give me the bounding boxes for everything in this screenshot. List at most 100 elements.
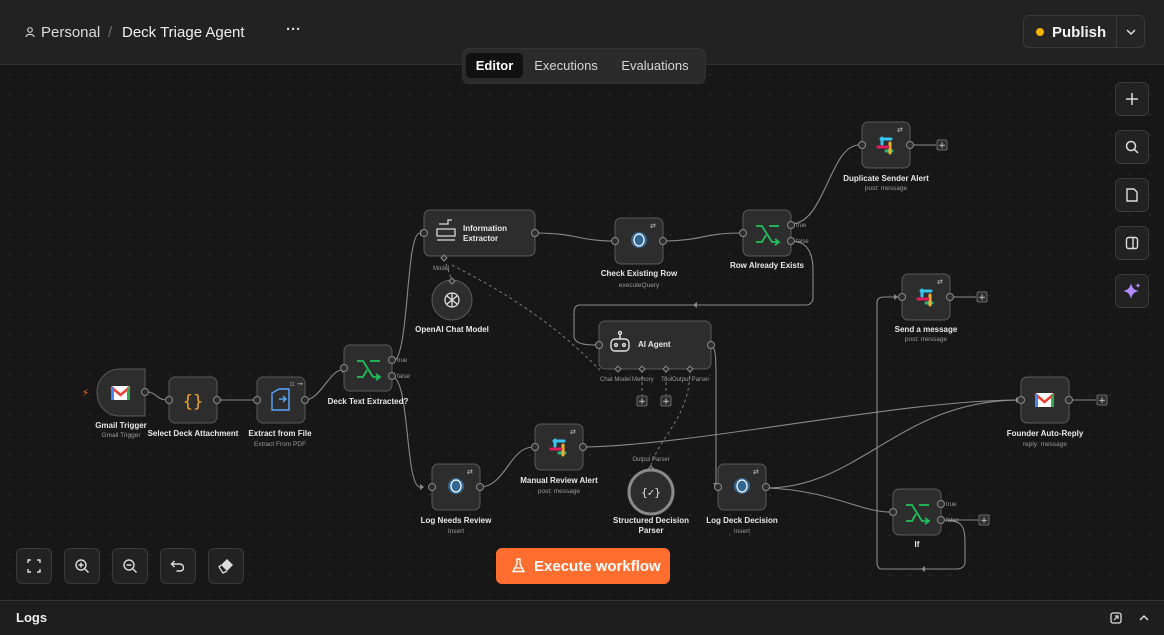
node-founder-auto-reply[interactable]: Founder Auto-Reply reply: message <box>1007 376 1084 448</box>
node-send-a-message[interactable]: ⇄ Send a message post: message <box>895 273 958 343</box>
node-manual-alert-sub: post: message <box>538 488 581 495</box>
node-log-decision-sub: Insert <box>734 528 750 535</box>
undo-icon <box>170 560 185 572</box>
logs-panel-bar[interactable]: Logs <box>0 600 1164 635</box>
gmail-icon <box>110 386 131 400</box>
node-gmail-trigger-sub: Gmail Trigger <box>101 432 141 439</box>
node-ai-agent-label: AI Agent <box>638 340 671 349</box>
svg-text:+: + <box>638 397 646 407</box>
node-extract-from-file[interactable]: ▫ → Extract from File Extract From PDF <box>248 376 312 448</box>
search-icon <box>1125 140 1139 154</box>
execute-workflow-button[interactable]: Execute workflow <box>496 548 670 584</box>
node-row-exists-label: Row Already Exists <box>730 261 805 270</box>
node-log-review-sub: Insert <box>448 528 464 535</box>
pop-out-icon[interactable] <box>1110 612 1122 624</box>
postgres-icon <box>734 478 750 494</box>
zoom-in-icon <box>75 559 89 573</box>
node-openai-chat-model[interactable]: OpenAI Chat Model <box>415 277 489 334</box>
node-manual-alert-label: Manual Review Alert <box>520 476 598 485</box>
port-false-label: false <box>397 374 410 380</box>
node-select-deck-label: Select Deck Attachment <box>148 429 239 438</box>
undo-button[interactable] <box>160 548 196 584</box>
add-memory-button[interactable]: + <box>636 395 648 407</box>
chevron-up-icon[interactable] <box>1139 614 1149 621</box>
breadcrumb-workspace[interactable]: Personal <box>41 24 100 41</box>
node-log-decision-label: Log Deck Decision <box>706 516 778 525</box>
sticky-note-icon <box>1126 188 1138 202</box>
toggle-panel-button[interactable] <box>1115 226 1149 260</box>
node-log-deck-decision[interactable]: ⇄ Log Deck Decision Insert <box>706 463 778 535</box>
port-tool-label: Tool <box>661 377 672 383</box>
node-parser-label-2: Parser <box>639 526 664 535</box>
node-check-row-label: Check Existing Row <box>601 269 678 278</box>
port-true-label: true <box>397 358 408 364</box>
node-log-needs-review[interactable]: ⇄ Log Needs Review Insert <box>421 463 492 535</box>
node-information-extractor[interactable]: Information Extractor Model <box>420 209 539 272</box>
add-next-node-button[interactable]: + <box>976 291 988 303</box>
arrow-heads <box>166 142 1020 572</box>
node-info-extractor-label-1: Information <box>463 224 507 233</box>
tab-executions[interactable]: Executions <box>525 53 607 78</box>
workflow-canvas[interactable]: ⚡ Gmail Trigger Gmail Trigger {} Select <box>0 48 1164 600</box>
sparkle-icon <box>1123 283 1141 299</box>
port-true-label: true <box>946 502 957 508</box>
tab-editor[interactable]: Editor <box>466 53 523 78</box>
refresh-icon: ⇄ <box>897 126 903 134</box>
braces-parser-icon: {✓} <box>641 486 661 499</box>
node-structured-decision-parser[interactable]: Output Parser {✓} Structured Decision Pa… <box>613 457 689 535</box>
node-ai-agent[interactable]: AI Agent Chat Model Memory Tool Output P… <box>595 320 715 407</box>
workflow-graph: ⚡ Gmail Trigger Gmail Trigger {} Select <box>82 121 1108 572</box>
zoom-in-button[interactable] <box>64 548 100 584</box>
svg-text:+: + <box>978 293 986 303</box>
node-deck-text-label: Deck Text Extracted? <box>328 397 409 406</box>
node-parser-label-1: Structured Decision <box>613 516 689 525</box>
node-gmail-trigger-label: Gmail Trigger <box>95 421 147 430</box>
fit-view-button[interactable] <box>16 548 52 584</box>
add-tool-button[interactable]: + <box>660 395 672 407</box>
node-check-existing-row[interactable]: ⇄ Check Existing Row executeQuery <box>601 217 678 289</box>
add-next-node-button[interactable]: + <box>936 139 948 151</box>
ai-assistant-button[interactable] <box>1115 274 1149 308</box>
node-if-label: If <box>915 540 920 549</box>
publish-button[interactable]: Publish <box>1024 16 1116 47</box>
trigger-bolt-icon: ⚡ <box>82 388 89 399</box>
node-if[interactable]: true false If <box>889 488 960 549</box>
port-false-label: false <box>946 518 959 524</box>
add-next-node-button[interactable]: + <box>978 514 990 526</box>
svg-text:+: + <box>980 516 988 526</box>
breadcrumb-separator: / <box>108 24 113 41</box>
gmail-icon <box>1034 393 1055 407</box>
publish-options-button[interactable] <box>1117 16 1144 47</box>
zoom-out-button[interactable] <box>112 548 148 584</box>
publish-label: Publish <box>1052 24 1107 41</box>
chevron-down-icon <box>1125 28 1136 35</box>
refresh-icon: ⇄ <box>570 428 576 436</box>
node-deck-text-extracted[interactable]: true false Deck Text Extracted? <box>328 344 411 406</box>
port-model-label: Model <box>433 266 449 272</box>
port-output-parser-label: Output Parser <box>632 457 669 463</box>
clear-execution-button[interactable] <box>208 548 244 584</box>
node-row-already-exists[interactable]: true false Row Already Exists <box>730 209 809 270</box>
add-next-node-button[interactable]: + <box>1096 394 1108 406</box>
fit-view-icon <box>27 559 41 573</box>
plus-icon <box>1126 93 1138 105</box>
node-duplicate-sender-alert[interactable]: ⇄ Duplicate Sender Alert post: message <box>843 121 929 192</box>
workflow-name[interactable]: Deck Triage Agent <box>122 24 245 41</box>
port-chat-model-label: Chat Model <box>600 377 631 383</box>
more-options-button[interactable]: ··· <box>286 21 301 38</box>
search-nodes-button[interactable] <box>1115 130 1149 164</box>
refresh-icon: ⇄ <box>467 468 473 476</box>
panel-icon <box>1125 236 1139 250</box>
svg-text:+: + <box>938 141 946 151</box>
postgres-icon <box>448 478 464 494</box>
node-select-deck-attachment[interactable]: {} Select Deck Attachment <box>148 376 239 438</box>
node-manual-review-alert[interactable]: ⇄ Manual Review Alert post: message <box>520 423 598 495</box>
sticky-note-button[interactable] <box>1115 178 1149 212</box>
node-gmail-trigger[interactable]: ⚡ Gmail Trigger Gmail Trigger <box>82 368 149 439</box>
add-node-button[interactable] <box>1115 82 1149 116</box>
eraser-icon <box>218 559 233 574</box>
refresh-icon: ⇄ <box>753 468 759 476</box>
tab-evaluations[interactable]: Evaluations <box>609 53 701 78</box>
view-tabs: Editor Executions Evaluations <box>462 48 706 84</box>
publish-control: Publish <box>1023 15 1145 48</box>
